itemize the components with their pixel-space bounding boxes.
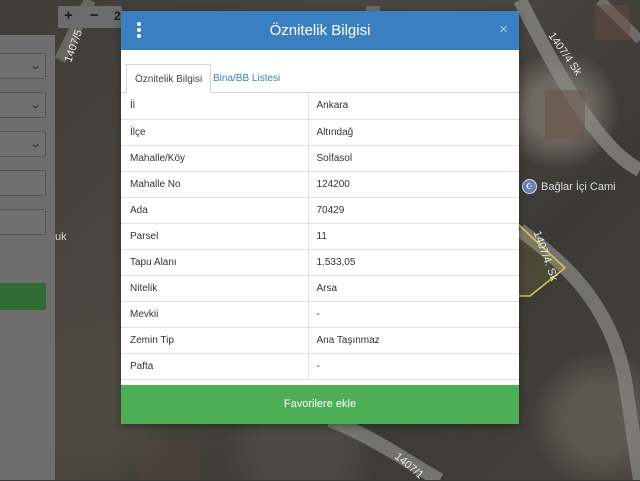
attr-key: Pafta: [121, 353, 309, 380]
close-icon[interactable]: ×: [499, 22, 508, 38]
dropdown-select[interactable]: ⌄: [0, 92, 46, 118]
table-row: Mahalle/Köy Solfasol: [121, 145, 519, 172]
attr-value: Ana Taşınmaz: [308, 327, 519, 354]
zoom-out-button[interactable]: −: [90, 8, 99, 24]
add-to-favorites-button[interactable]: Favorilere ekle: [121, 385, 519, 424]
modal-header: Öznitelik Bilgisi ×: [121, 11, 519, 50]
attr-key: Ada: [121, 197, 309, 224]
search-button[interactable]: [0, 283, 46, 310]
attr-key: İlçe: [121, 119, 309, 146]
map-place-label: uk: [55, 231, 67, 243]
attr-key: Mahalle No: [121, 171, 309, 198]
attr-value: Altındağ: [308, 119, 519, 146]
poi-marker[interactable]: ☪ Bağlar İçi Cami: [522, 179, 616, 194]
attribute-info-modal: Öznitelik Bilgisi × Öznitelik Bilgisi Bi…: [121, 11, 519, 424]
tab-attribute-info[interactable]: Öznitelik Bilgisi: [126, 64, 212, 93]
map-tool-button[interactable]: 2: [114, 8, 121, 24]
table-row: Mahalle No 124200: [121, 171, 519, 198]
attr-value: 1.533,05: [308, 249, 519, 276]
dropdown-select[interactable]: ⌄: [0, 53, 46, 79]
table-row: Zemin Tip Ana Taşınmaz: [121, 327, 519, 354]
attr-value: 124200: [308, 171, 519, 198]
dropdown-select[interactable]: ⌄: [0, 131, 46, 157]
attr-key: Mevkii: [121, 301, 309, 328]
table-row: İl Ankara: [121, 93, 519, 120]
table-row: Nitelik Arsa: [121, 275, 519, 302]
table-row: Ada 70429: [121, 197, 519, 224]
attr-value: -: [308, 353, 519, 380]
table-row: Pafta -: [121, 353, 519, 380]
attr-value: Arsa: [308, 275, 519, 302]
mosque-pin-icon: ☪: [522, 179, 537, 194]
tab-building-list[interactable]: Bina/BB Listesi: [205, 64, 288, 93]
attr-key: Parsel: [121, 223, 309, 250]
attr-key: Nitelik: [121, 275, 309, 302]
chevron-down-icon: ⌄: [28, 99, 42, 111]
chevron-down-icon: ⌄: [28, 138, 42, 150]
attr-value: 11: [308, 223, 519, 250]
zoom-controls: + − 2: [58, 6, 122, 28]
poi-label: Bağlar İçi Cami: [541, 180, 616, 193]
left-search-panel: ⌄ ⌄ ⌄: [0, 35, 55, 480]
attr-key: İl: [121, 93, 309, 120]
table-row: Mevkii -: [121, 301, 519, 328]
table-row: Parsel 11: [121, 223, 519, 250]
attr-value: -: [308, 301, 519, 328]
text-input[interactable]: [0, 170, 46, 196]
zoom-in-button[interactable]: +: [64, 8, 73, 24]
table-row: Tapu Alanı 1.533,05: [121, 249, 519, 276]
text-input[interactable]: [0, 209, 46, 235]
attr-value: Solfasol: [308, 145, 519, 172]
modal-title: Öznitelik Bilgisi: [269, 22, 371, 39]
attr-key: Mahalle/Köy: [121, 145, 309, 172]
attr-value: Ankara: [308, 93, 519, 120]
attribute-table: İl Ankara İlçe Altındağ Mahalle/Köy Solfaso…: [121, 93, 519, 380]
attr-key: Zemin Tip: [121, 327, 309, 354]
modal-tabs: Öznitelik Bilgisi Bina/BB Listesi: [121, 50, 519, 93]
table-row: İlçe Altındağ: [121, 119, 519, 146]
attr-value: 70429: [308, 197, 519, 224]
attr-key: Tapu Alanı: [121, 249, 309, 276]
chevron-down-icon: ⌄: [28, 60, 42, 72]
